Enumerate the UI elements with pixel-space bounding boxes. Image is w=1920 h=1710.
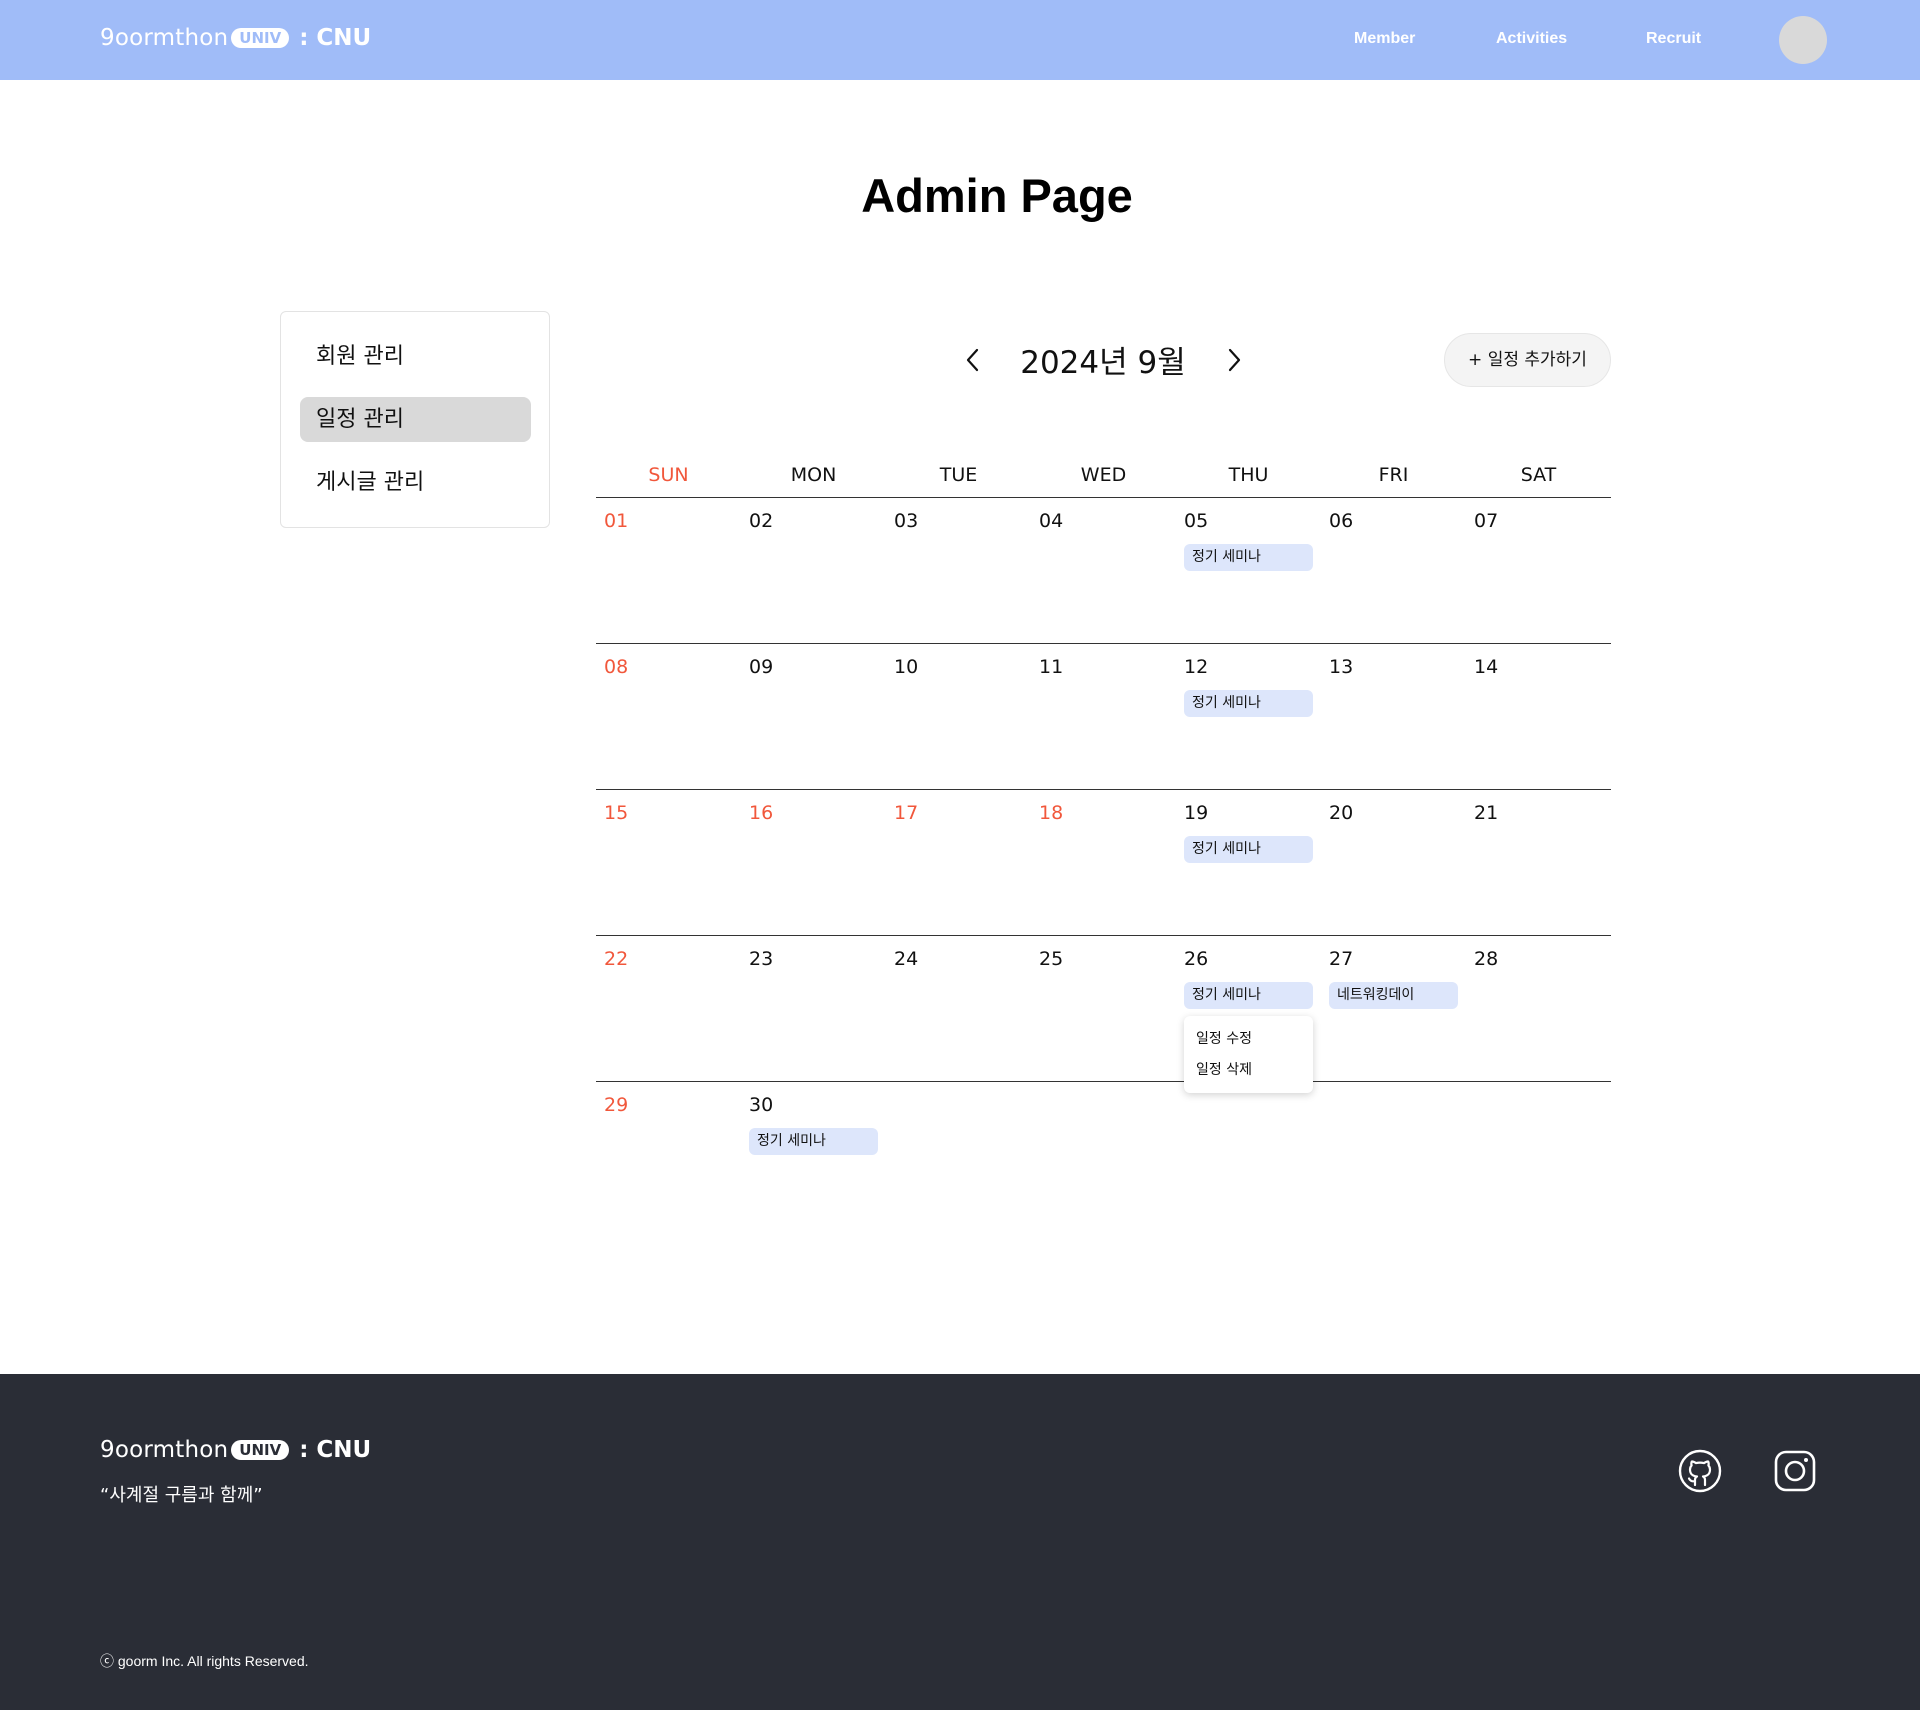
calendar-day-holiday[interactable]: 18 [1039,802,1063,824]
calendar-day[interactable]: 22 [604,948,628,970]
calendar-row-divider [596,935,1611,936]
month-label: 2024년 9월 [1020,345,1186,381]
calendar-day[interactable]: 13 [1329,656,1353,678]
instagram-link[interactable] [1773,1449,1817,1493]
logo-univ-badge: UNIV [231,28,290,48]
logo-wordmark: 9oormthon [100,1437,229,1463]
calendar-day[interactable]: 26 [1184,948,1208,970]
calendar-day[interactable]: 30 [749,1094,773,1116]
footer-brand-logo: 9oormthon UNIV : CNU [100,1437,371,1463]
github-icon [1678,1449,1722,1493]
weekday-tue: TUE [939,464,978,486]
chevron-right-icon [1228,348,1241,372]
calendar-day[interactable]: 14 [1474,656,1498,678]
add-schedule-button[interactable]: + 일정 추가하기 [1444,333,1611,387]
calendar-day[interactable]: 23 [749,948,773,970]
instagram-icon [1774,1450,1816,1492]
event-chip[interactable]: 정기 세미나 [1184,544,1313,571]
weekday-wed: WED [1080,464,1127,486]
calendar-day[interactable]: 07 [1474,510,1498,532]
sidebar-item-schedule[interactable]: 일정 관리 [300,397,531,442]
brand-logo[interactable]: 9oormthon UNIV : CNU [100,25,371,51]
logo-wordmark: 9oormthon [100,25,229,51]
calendar-day[interactable]: 19 [1184,802,1208,824]
calendar-day-holiday[interactable]: 16 [749,802,773,824]
calendar-row-divider [596,497,1611,498]
calendar-day[interactable]: 11 [1039,656,1063,678]
calendar-day[interactable]: 01 [604,510,628,532]
calendar-day[interactable]: 27 [1329,948,1353,970]
nav-activities[interactable]: Activities [1496,30,1567,48]
calendar-day[interactable]: 02 [749,510,773,532]
logo-univ-badge: UNIV [231,1440,290,1460]
top-header: 9oormthon UNIV : CNU Member Activities R… [0,0,1920,80]
calendar-day[interactable]: 08 [604,656,628,678]
calendar-day[interactable]: 06 [1329,510,1353,532]
weekday-mon: MON [790,464,837,486]
event-chip[interactable]: 네트워킹데이 [1329,982,1458,1009]
weekday-fri: FRI [1378,464,1409,486]
calendar-row-divider [596,1081,1611,1082]
next-month-button[interactable] [1224,340,1244,380]
copyright-text: ⓒ goorm Inc. All rights Reserved. [100,1653,309,1669]
calendar-day[interactable]: 24 [894,948,918,970]
sidebar-item-members[interactable]: 회원 관리 [300,334,531,379]
edit-schedule-option[interactable]: 일정 수정 [1196,1028,1252,1048]
calendar-day[interactable]: 10 [894,656,918,678]
calendar-day[interactable]: 03 [894,510,918,532]
weekday-sun: SUN [648,464,689,486]
prev-month-button[interactable] [963,340,983,380]
calendar-day[interactable]: 25 [1039,948,1063,970]
delete-schedule-option[interactable]: 일정 삭제 [1196,1059,1252,1079]
calendar-day[interactable]: 09 [749,656,773,678]
weekday-thu: THU [1228,464,1269,486]
calendar-day[interactable]: 21 [1474,802,1498,824]
event-chip[interactable]: 정기 세미나 [1184,982,1313,1009]
github-link[interactable] [1678,1449,1722,1493]
calendar-day[interactable]: 12 [1184,656,1208,678]
page-footer: 9oormthon UNIV : CNU “사계절 구름과 함께” ⓒ goor… [0,1374,1920,1710]
event-context-menu: 일정 수정 일정 삭제 [1184,1016,1313,1093]
calendar-day[interactable]: 20 [1329,802,1353,824]
nav-recruit[interactable]: Recruit [1646,30,1701,48]
logo-suffix: : CNU [299,25,372,51]
calendar-day[interactable]: 15 [604,802,628,824]
sidebar-item-posts[interactable]: 게시글 관리 [300,460,531,505]
event-chip[interactable]: 정기 세미나 [1184,690,1313,717]
admin-sidebar: 회원 관리 일정 관리 게시글 관리 [280,311,550,528]
event-chip[interactable]: 정기 세미나 [1184,836,1313,863]
calendar-day-holiday[interactable]: 17 [894,802,918,824]
logo-suffix: : CNU [299,1437,372,1463]
nav-member[interactable]: Member [1354,30,1415,48]
calendar-day[interactable]: 29 [604,1094,628,1116]
calendar-day[interactable]: 28 [1474,948,1498,970]
avatar[interactable] [1779,16,1827,64]
chevron-left-icon [966,348,979,372]
calendar-day[interactable]: 04 [1039,510,1063,532]
event-chip[interactable]: 정기 세미나 [749,1128,878,1155]
weekday-sat: SAT [1520,464,1557,486]
calendar-day[interactable]: 05 [1184,510,1208,532]
calendar-row-divider [596,789,1611,790]
page-title: Admin Page [861,169,1133,222]
calendar-row-divider [596,643,1611,644]
footer-tagline: “사계절 구름과 함께” [100,1485,263,1506]
